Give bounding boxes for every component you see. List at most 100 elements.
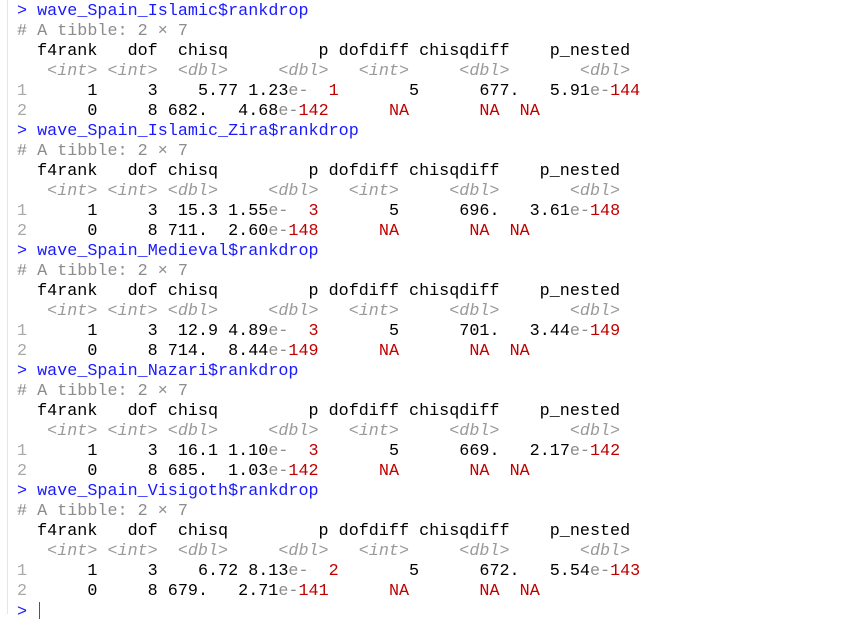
na-value: NA [378, 462, 399, 481]
exponent-value: 143 [610, 562, 641, 581]
column-types: <int> <int> <dbl> <dbl> <int> <dbl> <dbl… [17, 422, 621, 441]
cell-values [319, 462, 379, 481]
row-index: 2 [17, 582, 28, 601]
column-types: <int> <int> <dbl> <dbl> <int> <dbl> <dbl… [17, 182, 621, 201]
cell-values: 0 8 679. 2.71 [27, 582, 279, 601]
command-text: wave_Spain_Islamic_Zira$rankdrop [37, 122, 359, 141]
cell-values: 0 8 714. 8.44 [27, 342, 269, 361]
row-index: 1 [17, 82, 28, 101]
command-line: > wave_Spain_Medieval$rankdrop [17, 242, 640, 262]
table-row: 1 1 3 6.72 8.13e- 2 5 672. 5.54e-143 [17, 562, 640, 582]
exponent-marker: e- [268, 322, 289, 341]
tibble-description-line: # A tibble: 2 × 7 [17, 262, 640, 282]
exponent-value: 141 [298, 582, 329, 601]
cell-values [329, 582, 389, 601]
cell-values: 0 8 685. 1.03 [27, 462, 269, 481]
cell-values: 5 677. 5.91 [338, 82, 590, 101]
na-value: NA [388, 102, 410, 121]
row-index: 2 [17, 462, 28, 481]
command-line: > wave_Spain_Visigoth$rankdrop [17, 482, 640, 502]
column-header-line: f4rank dof chisq p dofdiff chisqdiff p_n… [17, 402, 640, 422]
console-block: > wave_Spain_Islamic_Zira$rankdrop # A ti… [17, 122, 640, 242]
cell-values: 5 669. 2.17 [318, 442, 570, 461]
exponent-marker: e- [288, 562, 309, 581]
exponent-value: 144 [610, 82, 641, 101]
row-index: 2 [17, 222, 28, 241]
column-headers: f4rank dof chisq p dofdiff chisqdiff p_n… [17, 42, 631, 61]
na-value: NA [378, 222, 399, 241]
exponent-value: 2 [308, 562, 339, 581]
table-row: 1 1 3 5.77 1.23e- 1 5 677. 5.91e-144 [17, 82, 640, 102]
command-line: > wave_Spain_Islamic$rankdrop [17, 2, 640, 22]
r-console-output[interactable]: > wave_Spain_Islamic$rankdrop # A tibble:… [17, 2, 640, 622]
text-cursor[interactable] [39, 602, 41, 619]
row-index: 1 [17, 322, 28, 341]
exponent-value: 148 [288, 222, 319, 241]
tibble-description: # A tibble: 2 × 7 [17, 382, 188, 401]
exponent-marker: e- [569, 322, 590, 341]
cell-values [399, 462, 469, 481]
prompt-symbol: > [17, 122, 28, 141]
row-index: 1 [17, 562, 28, 581]
cell-values [500, 582, 520, 601]
table-row: 2 0 8 685. 1.03e-142 NA NA NA [17, 462, 640, 482]
exponent-value: 1 [308, 82, 339, 101]
table-row: 2 0 8 679. 2.71e-141 NA NA NA [17, 582, 640, 602]
exponent-marker: e- [268, 342, 289, 361]
na-value: NA [509, 342, 530, 361]
prompt-symbol: > [17, 242, 28, 261]
cell-values: 1 3 16.1 1.10 [27, 442, 269, 461]
prompt-symbol: > [17, 482, 28, 501]
input-prompt-line[interactable]: > [17, 602, 640, 622]
exponent-marker: e- [569, 202, 590, 221]
column-header-line: f4rank dof chisq p dofdiff chisqdiff p_n… [17, 162, 640, 182]
tibble-description-line: # A tibble: 2 × 7 [17, 382, 640, 402]
exponent-marker: e- [589, 82, 611, 101]
tibble-description: # A tibble: 2 × 7 [17, 502, 188, 521]
na-value: NA [509, 222, 530, 241]
exponent-value: 3 [288, 442, 319, 461]
cell-values: 1 3 15.3 1.55 [27, 202, 269, 221]
column-type-line: <int> <int> <dbl> <dbl> <int> <dbl> <dbl… [17, 62, 640, 82]
cell-values [319, 342, 379, 361]
na-value: NA [509, 462, 530, 481]
na-value: NA [479, 582, 500, 601]
command-line: > wave_Spain_Nazari$rankdrop [17, 362, 640, 382]
exponent-marker: e- [268, 442, 289, 461]
cell-values [319, 222, 379, 241]
cell-values [399, 342, 469, 361]
na-value: NA [388, 582, 410, 601]
na-value: NA [479, 102, 500, 121]
cell-values: 1 3 6.72 8.13 [27, 562, 289, 581]
column-header-line: f4rank dof chisq p dofdiff chisqdiff p_n… [17, 42, 640, 62]
cell-values [409, 102, 479, 121]
exponent-marker: e- [288, 82, 309, 101]
tibble-description: # A tibble: 2 × 7 [17, 262, 188, 281]
cell-values: 5 696. 3.61 [318, 202, 570, 221]
tibble-description: # A tibble: 2 × 7 [17, 22, 188, 41]
row-index: 1 [17, 202, 28, 221]
na-value: NA [378, 342, 399, 361]
column-header-line: f4rank dof chisq p dofdiff chisqdiff p_n… [17, 282, 640, 302]
na-value: NA [469, 462, 490, 481]
cell-values: 0 8 682. 4.68 [27, 102, 279, 121]
table-row: 2 0 8 711. 2.60e-148 NA NA NA [17, 222, 640, 242]
cell-values: 5 672. 5.54 [338, 562, 590, 581]
cell-values: 0 8 711. 2.60 [27, 222, 269, 241]
console-gutter [7, 0, 8, 614]
tibble-description-line: # A tibble: 2 × 7 [17, 22, 640, 42]
exponent-value: 142 [589, 442, 621, 461]
column-headers: f4rank dof chisq p dofdiff chisqdiff p_n… [17, 522, 631, 541]
na-value: NA [519, 102, 540, 121]
column-headers: f4rank dof chisq p dofdiff chisqdiff p_n… [17, 402, 621, 421]
table-row: 2 0 8 714. 8.44e-149 NA NA NA [17, 342, 640, 362]
column-type-line: <int> <int> <dbl> <dbl> <int> <dbl> <dbl… [17, 302, 640, 322]
na-value: NA [469, 222, 490, 241]
cell-values: 1 3 12.9 4.89 [27, 322, 269, 341]
exponent-value: 3 [288, 322, 319, 341]
prompt-symbol: > [17, 362, 28, 381]
console-block: > wave_Spain_Visigoth$rankdrop # A tibble… [17, 482, 640, 602]
command-text: wave_Spain_Medieval$rankdrop [37, 242, 319, 261]
table-row: 2 0 8 682. 4.68e-142 NA NA NA [17, 102, 640, 122]
column-types: <int> <int> <dbl> <dbl> <int> <dbl> <dbl… [17, 542, 631, 561]
